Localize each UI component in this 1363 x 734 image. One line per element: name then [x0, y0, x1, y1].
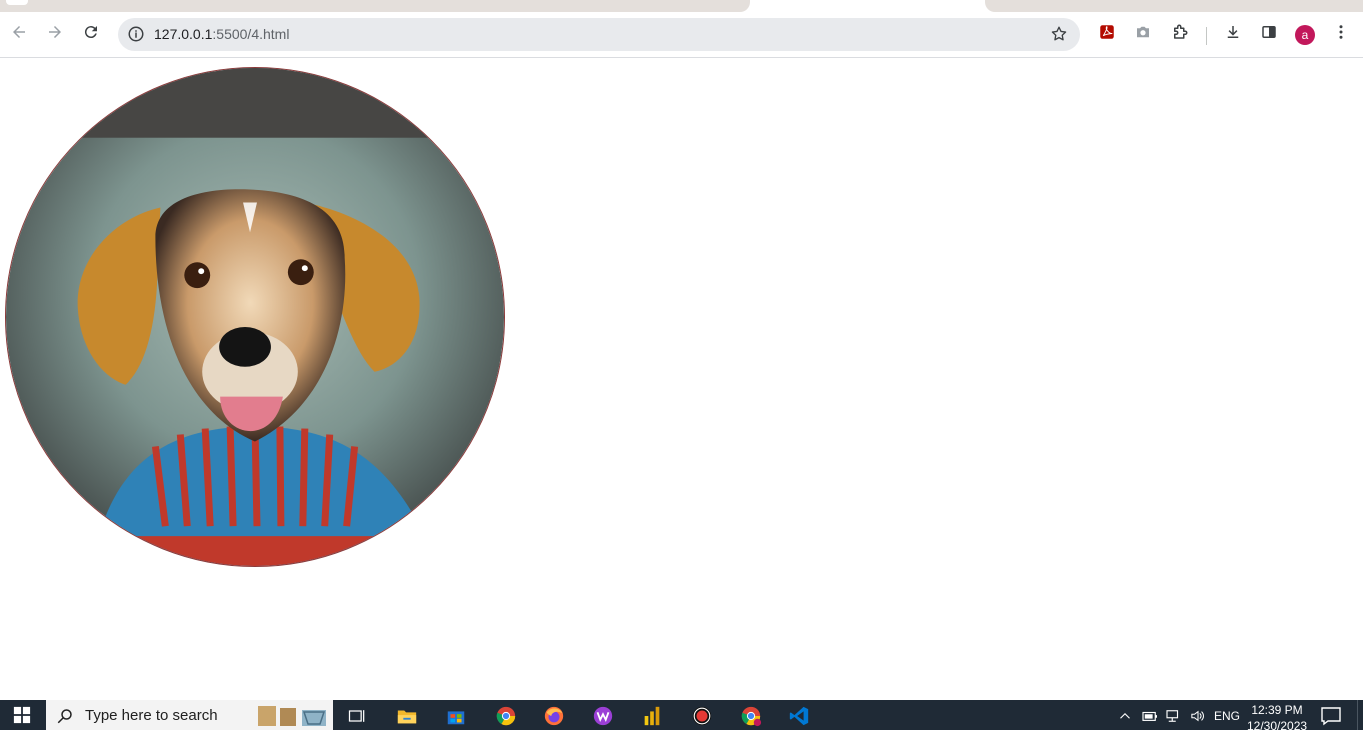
download-icon — [1227, 26, 1239, 38]
puzzle-icon — [1174, 24, 1188, 39]
file-explorer-button[interactable] — [394, 704, 420, 728]
pdf-icon — [1100, 25, 1114, 39]
reload-button[interactable] — [77, 18, 105, 46]
network-tray-button[interactable] — [1165, 707, 1183, 725]
camera-icon — [1137, 26, 1149, 38]
url-path: :5500/4.html — [212, 26, 290, 42]
store-icon — [447, 711, 465, 725]
chrome-profile-icon — [741, 706, 762, 727]
info-icon — [128, 26, 144, 42]
page-content — [0, 59, 1363, 700]
firefox-button[interactable] — [541, 704, 567, 728]
search-placeholder: Type here to search — [85, 707, 218, 724]
taskbar-search-box[interactable]: Type here to search — [46, 700, 333, 730]
firefox-icon — [544, 706, 564, 726]
speaker-icon — [1191, 710, 1204, 722]
browser-toolbar: 127.0.0.1:5500/4.html a — [0, 12, 1363, 58]
file-explorer-icon — [397, 710, 417, 724]
star-icon — [1051, 26, 1067, 41]
battery-icon — [1142, 711, 1157, 721]
recorder-button[interactable] — [689, 704, 715, 728]
forward-button[interactable] — [41, 18, 69, 46]
arrow-right-icon — [49, 26, 61, 38]
wps-button[interactable] — [590, 704, 616, 728]
kebab-menu-icon — [1339, 25, 1343, 39]
wps-icon — [593, 706, 613, 726]
profile-avatar[interactable]: a — [1295, 25, 1315, 45]
extensions-button[interactable] — [1166, 18, 1194, 46]
network-icon — [1166, 710, 1179, 722]
side-panel-button[interactable] — [1255, 18, 1283, 46]
tab-close-chip[interactable] — [6, 0, 28, 5]
screenshot-extension-button[interactable] — [1129, 18, 1157, 46]
vscode-icon — [789, 706, 809, 726]
start-button[interactable] — [0, 700, 44, 730]
chrome-icon — [496, 706, 516, 726]
notification-icon — [1321, 707, 1341, 726]
downloads-button[interactable] — [1219, 18, 1247, 46]
volume-tray-button[interactable] — [1189, 707, 1207, 725]
record-icon — [692, 706, 712, 726]
taskbar-clock[interactable]: 12:39 PM 12/30/2023 — [1247, 702, 1307, 734]
chrome-profile-button[interactable] — [738, 704, 764, 728]
vscode-button[interactable] — [786, 704, 812, 728]
store-button[interactable] — [443, 704, 469, 728]
chrome-button[interactable] — [493, 704, 519, 728]
task-view-icon — [348, 710, 365, 722]
clock-time: 12:39 PM — [1251, 703, 1303, 717]
side-panel-icon — [1262, 26, 1276, 38]
url-text[interactable]: 127.0.0.1:5500/4.html — [154, 26, 289, 42]
show-hidden-icons-button[interactable] — [1117, 707, 1133, 725]
url-host: 127.0.0.1 — [154, 26, 213, 42]
pdf-extension-button[interactable] — [1093, 18, 1121, 46]
reload-icon — [84, 26, 97, 39]
power-bi-button[interactable] — [639, 704, 665, 728]
address-bar[interactable]: 127.0.0.1:5500/4.html — [118, 18, 1080, 51]
clock-date: 12/30/2023 — [1247, 719, 1308, 733]
chevron-up-icon — [1120, 712, 1130, 719]
input-language-indicator[interactable]: ENG — [1213, 707, 1241, 725]
bookmark-button[interactable] — [1048, 23, 1070, 45]
windows-logo-icon — [13, 706, 31, 724]
search-highlight-icon — [258, 706, 326, 726]
search-icon — [57, 709, 72, 724]
tab-strip — [0, 0, 1363, 12]
show-desktop-button[interactable] — [1357, 700, 1363, 730]
inactive-tab-area-left[interactable] — [0, 0, 750, 12]
battery-tray-button[interactable] — [1141, 707, 1159, 725]
site-info-button[interactable] — [124, 22, 148, 46]
dog-in-sweater-photo — [5, 67, 505, 567]
task-view-button[interactable] — [344, 704, 370, 728]
dog-illustration — [6, 68, 504, 566]
notification-center-button[interactable] — [1320, 706, 1342, 726]
back-button[interactable] — [5, 18, 33, 46]
arrow-left-icon — [13, 26, 25, 38]
inactive-tab-area-right[interactable] — [985, 0, 1363, 12]
toolbar-divider — [1206, 27, 1207, 45]
windows-taskbar: Type here to search ENG 12:39 PM 12/30/2… — [0, 700, 1363, 733]
power-bi-icon — [644, 706, 660, 726]
browser-menu-button[interactable] — [1327, 18, 1355, 46]
